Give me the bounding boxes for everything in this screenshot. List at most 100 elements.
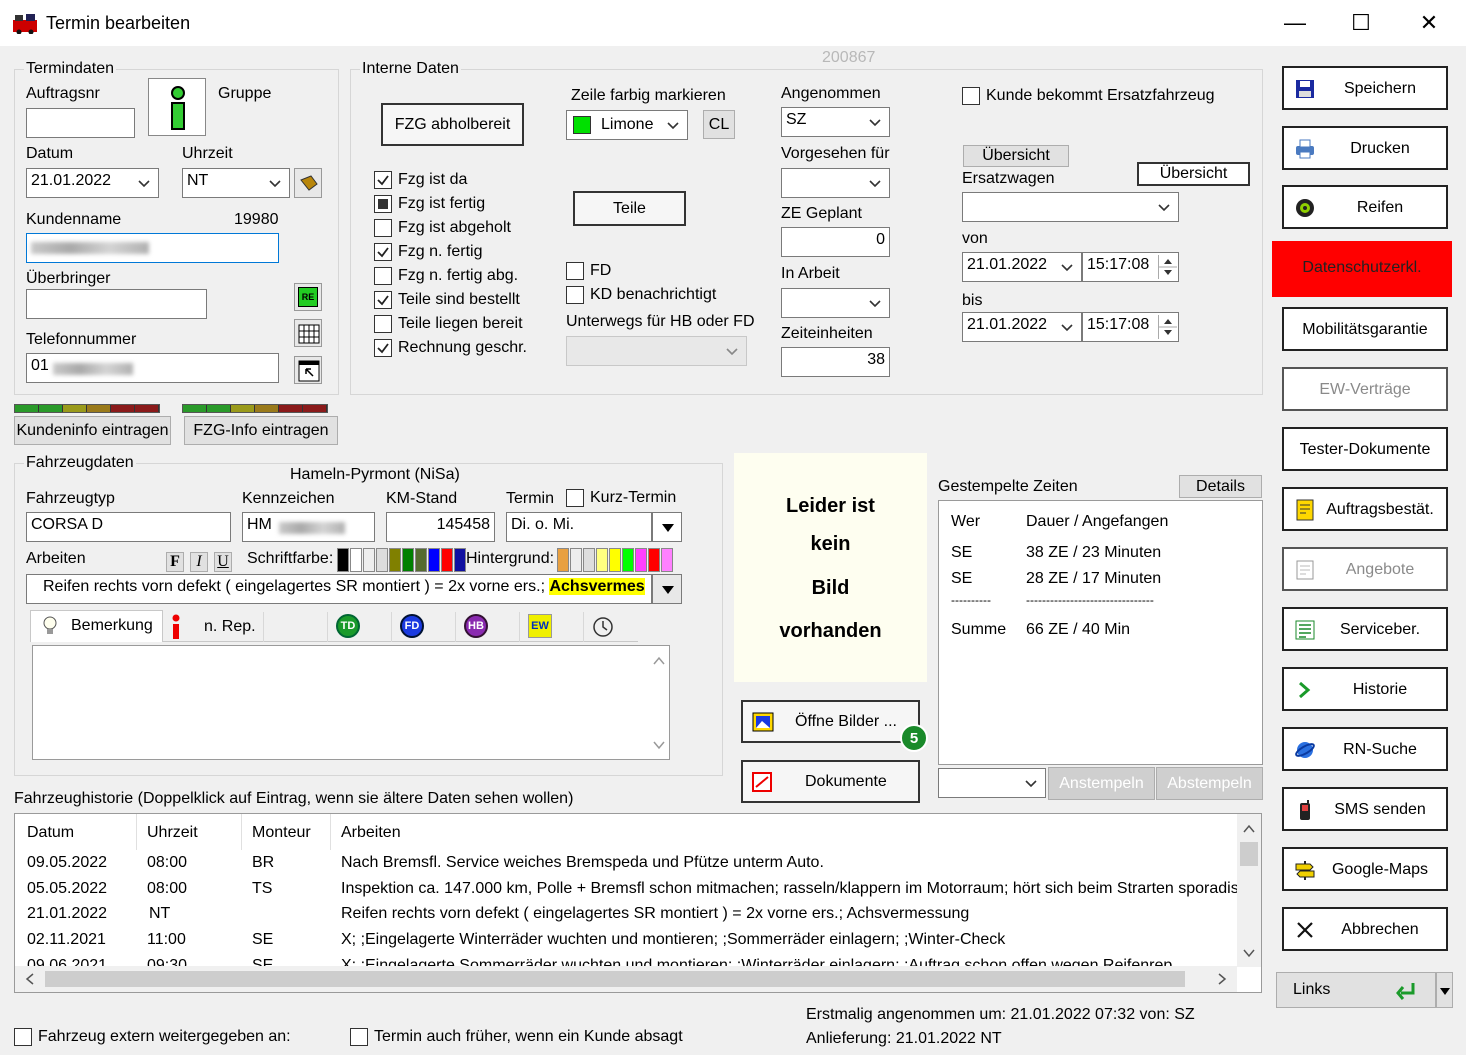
checkbox-unchecked[interactable]	[374, 315, 392, 333]
zeile-color-combo[interactable]: Limone	[566, 110, 688, 140]
checkbox-checked[interactable]	[374, 243, 392, 261]
table-row[interactable]: 09.05.2022 08:00 BR Nach Bremsfl. Service w…	[15, 854, 1237, 880]
background-color-palette[interactable]	[557, 548, 673, 572]
links-dropdown-button[interactable]	[1436, 972, 1453, 1008]
tab-fd[interactable]: FD	[392, 612, 456, 642]
reifen-button[interactable]: Reifen	[1282, 185, 1448, 229]
checkbox-checked[interactable]	[374, 291, 392, 309]
checkbox-checked[interactable]	[374, 171, 392, 189]
check-teile-liegen-bereit[interactable]: Teile liegen bereit	[374, 315, 523, 333]
time-spinner[interactable]	[1158, 255, 1177, 279]
zeiteinheiten-input[interactable]: 38	[781, 347, 890, 377]
vorgesehen-combo[interactable]	[781, 168, 890, 198]
bis-time-input[interactable]: 15:17:08	[1082, 312, 1179, 342]
check-ersatzfahrzeug[interactable]: Kunde bekommt Ersatzfahrzeug	[962, 87, 1215, 105]
fzginfo-button[interactable]: FZG-Info eintragen	[184, 416, 338, 445]
tab-ew[interactable]: EW	[520, 612, 584, 642]
termin-dropdown-button[interactable]	[652, 512, 682, 542]
table-row[interactable]: 09.06.2021 09:30 SE X; ;Eingelagerte Sommer…	[15, 957, 1237, 966]
telefon-input[interactable]: 01	[26, 353, 279, 383]
tab-hb[interactable]: HB	[456, 612, 520, 642]
historie-hscroll[interactable]	[15, 966, 1237, 992]
kennzeichen-input[interactable]: HM	[242, 512, 375, 542]
col-arbeiten[interactable]: Arbeiten	[341, 824, 401, 842]
check-fzg-ist-abgeholt[interactable]: Fzg ist abgeholt	[374, 219, 511, 237]
ueberbringer-input[interactable]	[26, 289, 207, 319]
close-button[interactable]: ✕	[1396, 0, 1462, 46]
kundeninfo-button[interactable]: Kundeninfo eintragen	[14, 416, 171, 445]
col-monteur[interactable]: Monteur	[252, 824, 311, 842]
uebersicht-button-1[interactable]: Übersicht	[963, 145, 1069, 167]
check-kd-benachrichtigt[interactable]: KD benachrichtigt	[566, 286, 716, 304]
details-button[interactable]: Details	[1179, 475, 1262, 498]
table-row[interactable]: 21.01.2022 NT Reifen rechts vorn defekt ( …	[15, 905, 1237, 931]
termin-input[interactable]: Di. o. Mi.	[506, 512, 652, 542]
stempel-combo[interactable]	[938, 768, 1046, 798]
sms-senden-button[interactable]: SMS senden	[1282, 787, 1448, 831]
check-kurz-termin[interactable]: Kurz-Termin	[566, 489, 676, 507]
info-button[interactable]	[148, 78, 206, 136]
table-row[interactable]: 05.05.2022 08:00 TS Inspektion ca. 147.000 …	[15, 880, 1237, 906]
check-fzg-ist-fertig[interactable]: Fzg ist fertig	[374, 195, 485, 213]
unterwegs-combo[interactable]	[566, 336, 747, 366]
dokumente-button[interactable]: Dokumente	[741, 760, 920, 803]
historie-button[interactable]: Historie	[1282, 667, 1448, 711]
bemerkung-textarea[interactable]	[32, 645, 670, 760]
checkbox-checked[interactable]	[374, 339, 392, 357]
in-arbeit-combo[interactable]	[781, 288, 890, 318]
ze-geplant-input[interactable]: 0	[781, 227, 890, 257]
tab-blank[interactable]	[264, 612, 328, 642]
kundenname-input[interactable]	[26, 233, 279, 263]
check-teile-sind-bestellt[interactable]: Teile sind bestellt	[374, 291, 520, 309]
table-row[interactable]: 02.11.2021 11:00 SE X; ;Eingelagerte Winter…	[15, 931, 1237, 957]
italic-button[interactable]: I	[190, 552, 208, 572]
tab-bemerkung[interactable]: Bemerkung	[30, 610, 163, 642]
minimize-button[interactable]: —	[1262, 0, 1328, 46]
check-fd[interactable]: FD	[566, 262, 611, 280]
abbrechen-button[interactable]: Abbrechen	[1282, 907, 1448, 951]
keypad-button[interactable]	[294, 319, 322, 347]
speichern-button[interactable]: Speichern	[1282, 66, 1448, 110]
teile-button[interactable]: Teile	[573, 191, 686, 226]
von-time-input[interactable]: 15:17:08	[1082, 252, 1179, 282]
google-maps-button[interactable]: Google-Maps	[1282, 847, 1448, 891]
tab-n-rep[interactable]: n. Rep.	[164, 612, 264, 642]
serviceber-button[interactable]: Serviceber.	[1282, 607, 1448, 651]
bold-button[interactable]: F	[166, 552, 184, 572]
drucken-button[interactable]: Drucken	[1282, 126, 1448, 170]
check-fzg-ist-da[interactable]: Fzg ist da	[374, 171, 467, 189]
links-button[interactable]: Links	[1276, 972, 1436, 1008]
underline-button[interactable]: U	[214, 552, 232, 572]
check-fzg-n-fertig[interactable]: Fzg n. fertig	[374, 243, 482, 261]
cl-button[interactable]: CL	[703, 110, 735, 139]
check-extern-weitergegeben[interactable]: Fahrzeug extern weitergegeben an:	[14, 1028, 291, 1046]
auftragsbestaet-button[interactable]: Auftragsbestät.	[1282, 487, 1448, 531]
tab-clock[interactable]	[584, 612, 638, 642]
auftragsnr-input[interactable]	[26, 108, 135, 138]
historie-list[interactable]: Datum Uhrzeit Monteur Arbeiten 09.05.202…	[14, 813, 1262, 993]
tab-td[interactable]: TD	[328, 612, 392, 642]
datenschutz-button[interactable]: Datenschutzerkl.	[1272, 241, 1452, 297]
checkbox-unchecked[interactable]	[374, 219, 392, 237]
check-fzg-n-fertig-abg[interactable]: Fzg n. fertig abg.	[374, 267, 518, 285]
check-termin-frueher[interactable]: Termin auch früher, wenn ein Kunde absag…	[350, 1028, 683, 1046]
km-input[interactable]: 145458	[386, 512, 495, 542]
uhrzeit-combo[interactable]: NT	[182, 168, 290, 198]
mobilitaetsgarantie-button[interactable]: Mobilitätsgarantie	[1282, 307, 1448, 351]
col-datum[interactable]: Datum	[27, 824, 74, 842]
time-spinner[interactable]	[1158, 315, 1177, 339]
historie-vscroll[interactable]	[1237, 814, 1261, 967]
angebote-button[interactable]: Angebote	[1282, 547, 1448, 591]
checkbox-indeterminate[interactable]	[374, 195, 392, 213]
zeiten-list[interactable]: Wer Dauer / Angefangen SE 38 ZE / 23 Min…	[938, 500, 1263, 765]
angenommen-combo[interactable]: SZ	[781, 107, 890, 137]
datum-combo[interactable]: 21.01.2022	[26, 168, 159, 198]
re-button[interactable]: RE	[294, 283, 322, 311]
checkbox-unchecked[interactable]	[374, 267, 392, 285]
tester-dokumente-button[interactable]: Tester-Dokumente	[1282, 427, 1448, 471]
col-uhrzeit[interactable]: Uhrzeit	[147, 824, 198, 842]
abstempeln-button[interactable]: Abstempeln	[1156, 767, 1263, 800]
rn-suche-button[interactable]: RN-Suche	[1282, 727, 1448, 771]
uebersicht-button-2[interactable]: Übersicht	[1137, 162, 1250, 186]
phone-dial-button[interactable]	[294, 356, 322, 384]
